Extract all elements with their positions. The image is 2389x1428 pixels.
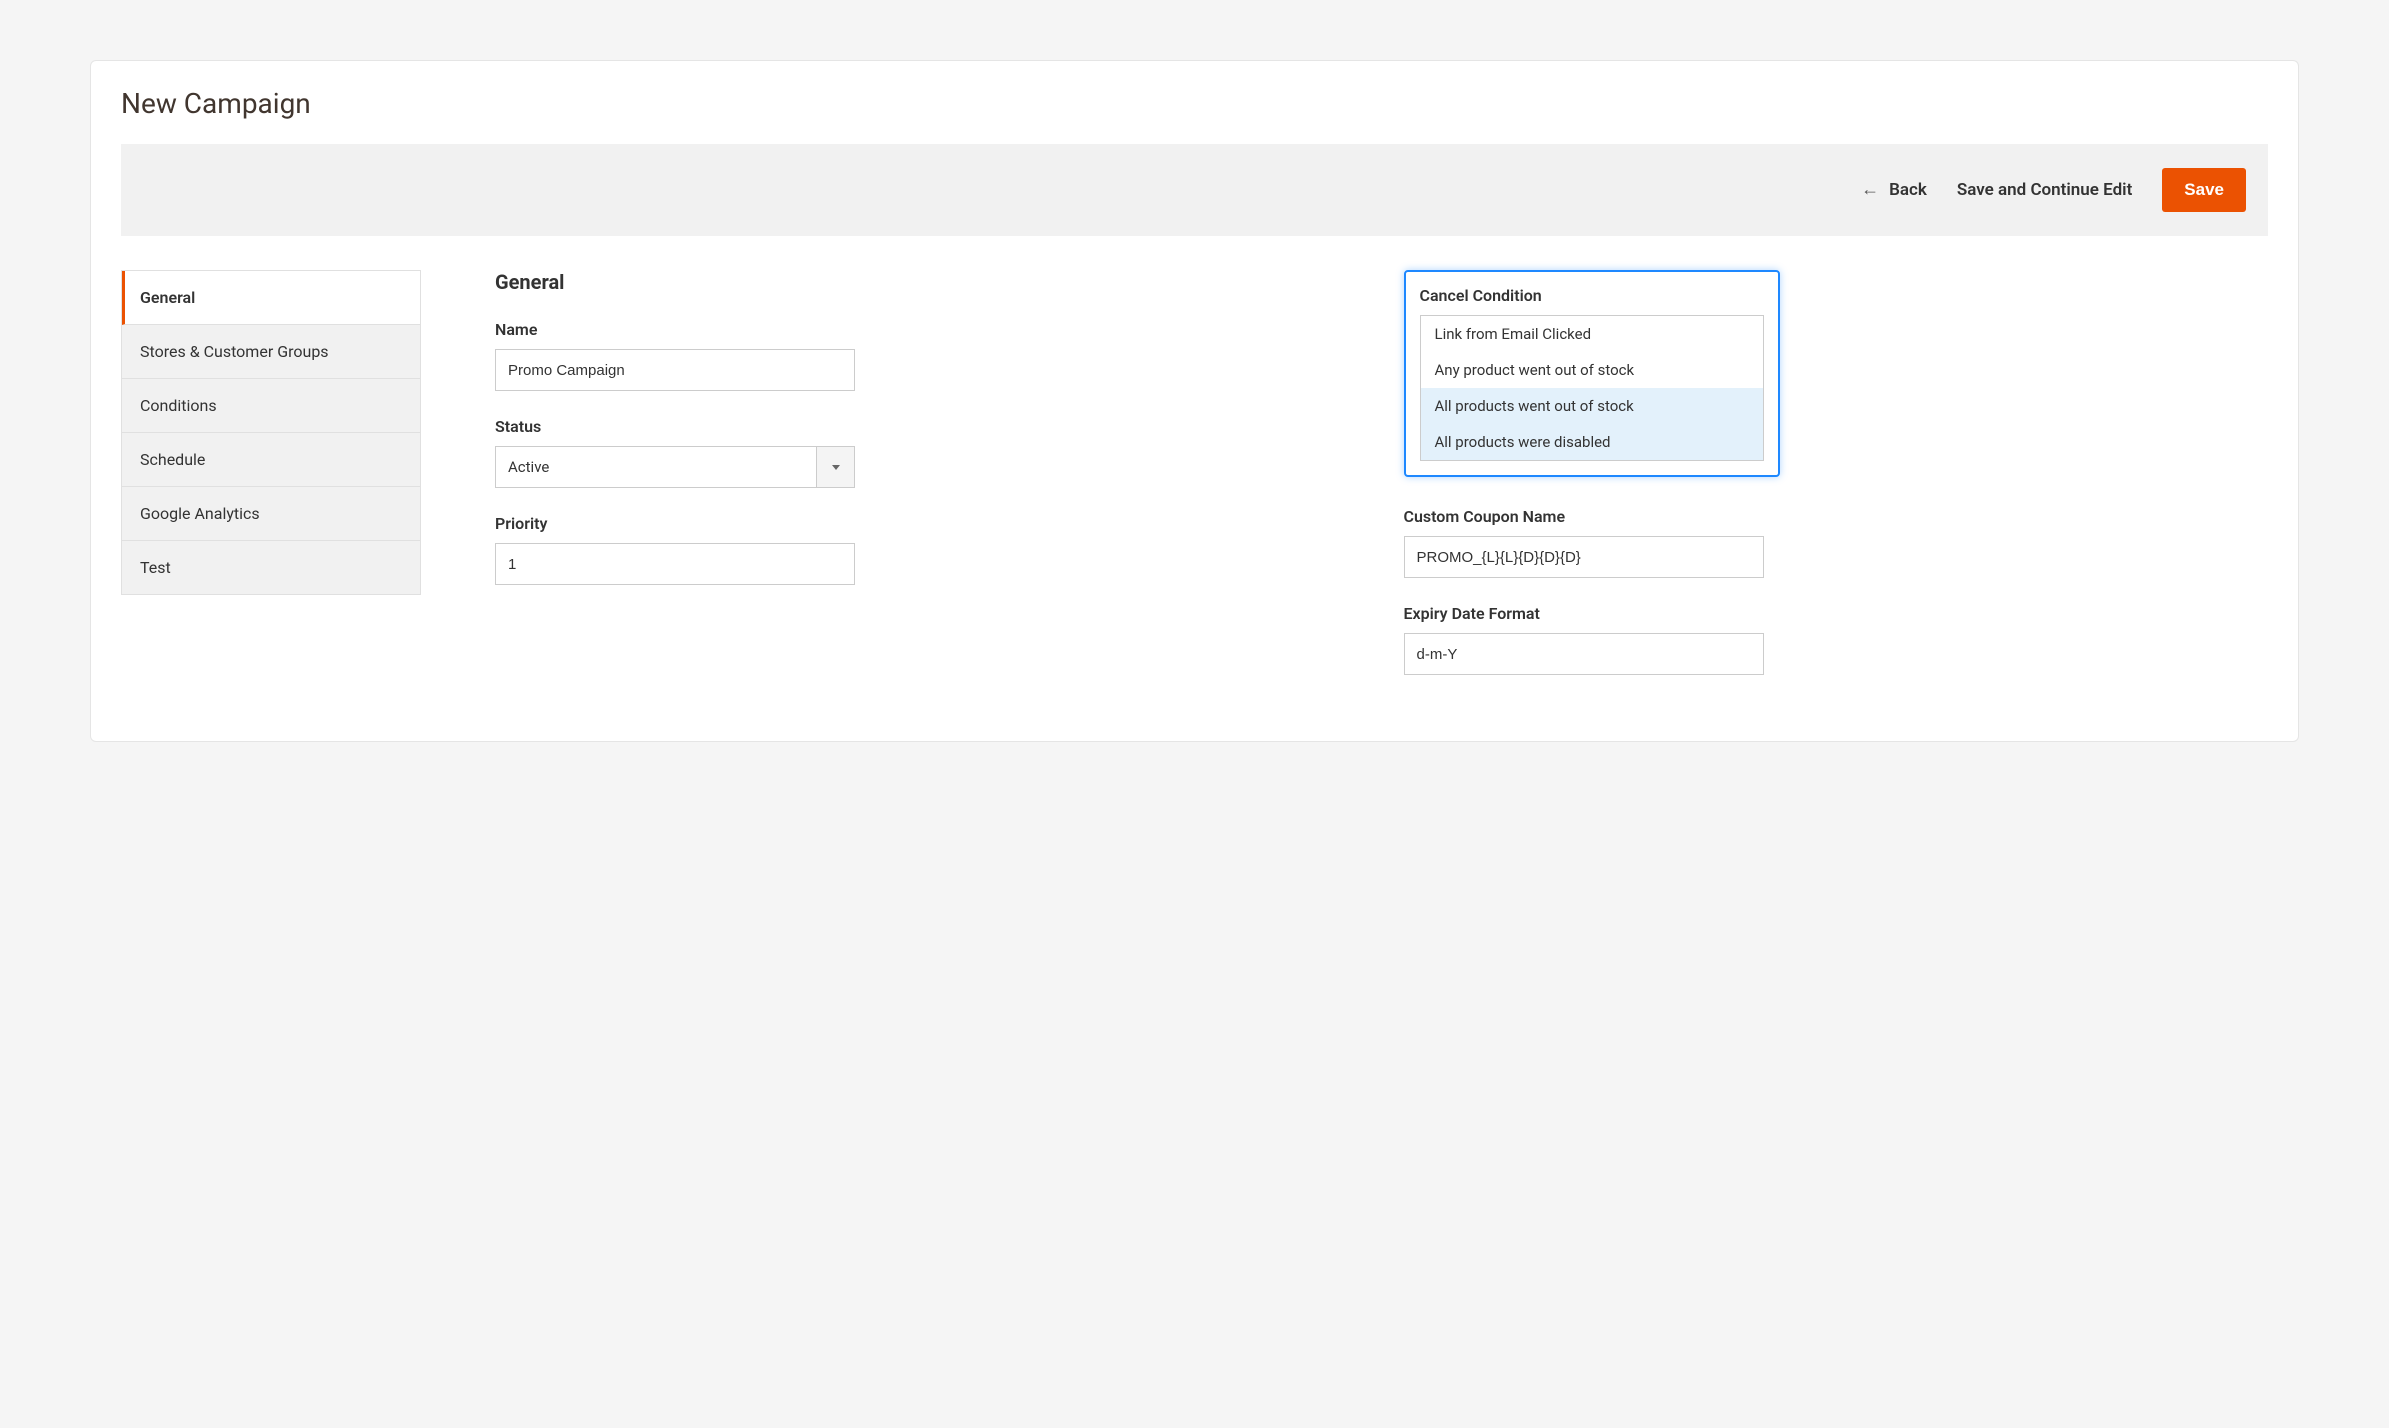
custom-coupon-name-input[interactable]: [1404, 536, 1764, 578]
sidebar-item-general[interactable]: General: [122, 271, 420, 325]
custom-coupon-name-label: Custom Coupon Name: [1404, 507, 2269, 526]
status-label: Status: [495, 417, 1360, 436]
toolbar: ← Back Save and Continue Edit Save: [121, 144, 2268, 236]
cancel-condition-option-link-clicked[interactable]: Link from Email Clicked: [1421, 316, 1763, 352]
sidebar-item-stores-customer-groups[interactable]: Stores & Customer Groups: [122, 325, 420, 379]
cancel-condition-listbox[interactable]: Link from Email Clicked Any product went…: [1420, 315, 1764, 461]
priority-label: Priority: [495, 514, 1360, 533]
status-select-value: Active: [496, 447, 816, 487]
sidebar: General Stores & Customer Groups Conditi…: [121, 270, 421, 595]
field-custom-coupon-name: Custom Coupon Name: [1404, 507, 2269, 578]
save-continue-button[interactable]: Save and Continue Edit: [1957, 180, 2132, 200]
content-area: General Stores & Customer Groups Conditi…: [121, 270, 2268, 701]
form-column-right: Cancel Condition Link from Email Clicked…: [1404, 270, 2269, 701]
sidebar-item-test[interactable]: Test: [122, 541, 420, 594]
cancel-condition-option-all-out-of-stock[interactable]: All products went out of stock: [1421, 388, 1763, 424]
sidebar-item-schedule[interactable]: Schedule: [122, 433, 420, 487]
cancel-condition-option-all-disabled[interactable]: All products were disabled: [1421, 424, 1763, 460]
field-priority: Priority: [495, 514, 1360, 585]
chevron-down-icon: [832, 465, 840, 470]
cancel-condition-highlight: Cancel Condition Link from Email Clicked…: [1404, 270, 1780, 477]
cancel-condition-option-any-out-of-stock[interactable]: Any product went out of stock: [1421, 352, 1763, 388]
main-panel: General Name Status Active Priority: [495, 270, 2268, 701]
name-input[interactable]: [495, 349, 855, 391]
back-button-label: Back: [1889, 180, 1927, 200]
field-name: Name: [495, 320, 1360, 391]
field-status: Status Active: [495, 417, 1360, 488]
section-title: General: [495, 270, 1360, 294]
page-card: New Campaign ← Back Save and Continue Ed…: [90, 60, 2299, 742]
name-label: Name: [495, 320, 1360, 339]
form-column-left: General Name Status Active Priority: [495, 270, 1360, 611]
priority-input[interactable]: [495, 543, 855, 585]
expiry-date-format-label: Expiry Date Format: [1404, 604, 2269, 623]
back-button[interactable]: ← Back: [1861, 180, 1927, 200]
status-select-caret[interactable]: [816, 447, 854, 487]
field-expiry-date-format: Expiry Date Format: [1404, 604, 2269, 675]
page-title: New Campaign: [121, 87, 2268, 120]
status-select[interactable]: Active: [495, 446, 855, 488]
cancel-condition-label: Cancel Condition: [1420, 286, 1764, 305]
arrow-left-icon: ←: [1861, 181, 1879, 199]
sidebar-item-conditions[interactable]: Conditions: [122, 379, 420, 433]
expiry-date-format-input[interactable]: [1404, 633, 1764, 675]
save-button[interactable]: Save: [2162, 168, 2246, 212]
sidebar-item-google-analytics[interactable]: Google Analytics: [122, 487, 420, 541]
